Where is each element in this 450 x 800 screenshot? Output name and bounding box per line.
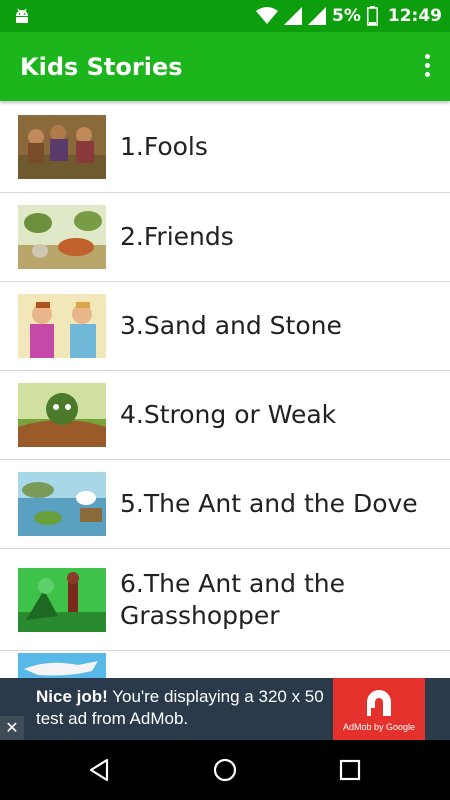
admob-logo-tile[interactable]: AdMob by Google [333, 678, 425, 740]
story-thumbnail-ant-and-grasshopper [18, 567, 106, 632]
navigation-bar [0, 740, 450, 800]
wifi-icon [256, 7, 278, 24]
story-item-7[interactable] [0, 651, 450, 678]
story-title: 4.Strong or Weak [120, 400, 337, 429]
android-icon [16, 8, 28, 23]
story-title: 1.Fools [120, 131, 208, 161]
app-title: Kids Stories [20, 53, 183, 81]
story-thumbnail-fools [18, 114, 106, 179]
signal-icon-2 [308, 7, 326, 25]
admob-logo-icon [367, 690, 391, 716]
home-icon[interactable] [210, 755, 240, 785]
story-item-strong-or-weak[interactable]: 4.Strong or Weak [0, 371, 450, 460]
story-thumbnail-strong-or-weak [18, 383, 106, 447]
story-item-friends[interactable]: 2.Friends [0, 193, 450, 282]
story-thumbnail-friends [18, 205, 106, 269]
ad-close-icon[interactable]: ✕ [0, 716, 24, 740]
recents-icon[interactable] [335, 755, 365, 785]
story-title: 6.The Ant and the Grasshopper [120, 568, 345, 630]
overflow-menu-icon[interactable] [422, 54, 432, 80]
status-bar: 5% 12:49 [0, 0, 450, 32]
story-thumbnail-7 [18, 653, 106, 678]
back-icon[interactable] [85, 755, 115, 785]
story-title: 5.The Ant and the Dove [120, 489, 418, 518]
story-item-fools[interactable]: 1.Fools [0, 101, 450, 193]
ad-text: Nice job! You're displaying a 320 x 50 t… [36, 686, 336, 730]
story-item-ant-and-grasshopper[interactable]: 6.The Ant and the Grasshopper [0, 549, 450, 651]
app-bar: Kids Stories [0, 32, 450, 101]
story-title: 2.Friends [120, 222, 234, 251]
ad-headline: Nice job! [36, 687, 108, 706]
story-thumbnail-ant-and-dove [18, 472, 106, 536]
ad-banner[interactable]: ✕ Nice job! You're displaying a 320 x 50… [0, 678, 450, 740]
story-item-sand-and-stone[interactable]: 3.Sand and Stone [0, 282, 450, 371]
story-thumbnail-sand-and-stone [18, 294, 106, 358]
signal-icon [284, 7, 302, 25]
battery-percent: 5% [332, 6, 361, 26]
clock: 12:49 [387, 6, 442, 26]
story-title: 3.Sand and Stone [120, 311, 342, 340]
admob-caption: AdMob by Google [342, 722, 416, 732]
battery-icon [366, 6, 378, 26]
story-item-ant-and-dove[interactable]: 5.The Ant and the Dove [0, 460, 450, 549]
story-list[interactable]: 1.Fools 2.Friends 3.Sand and Stone 4.Str… [0, 101, 450, 678]
